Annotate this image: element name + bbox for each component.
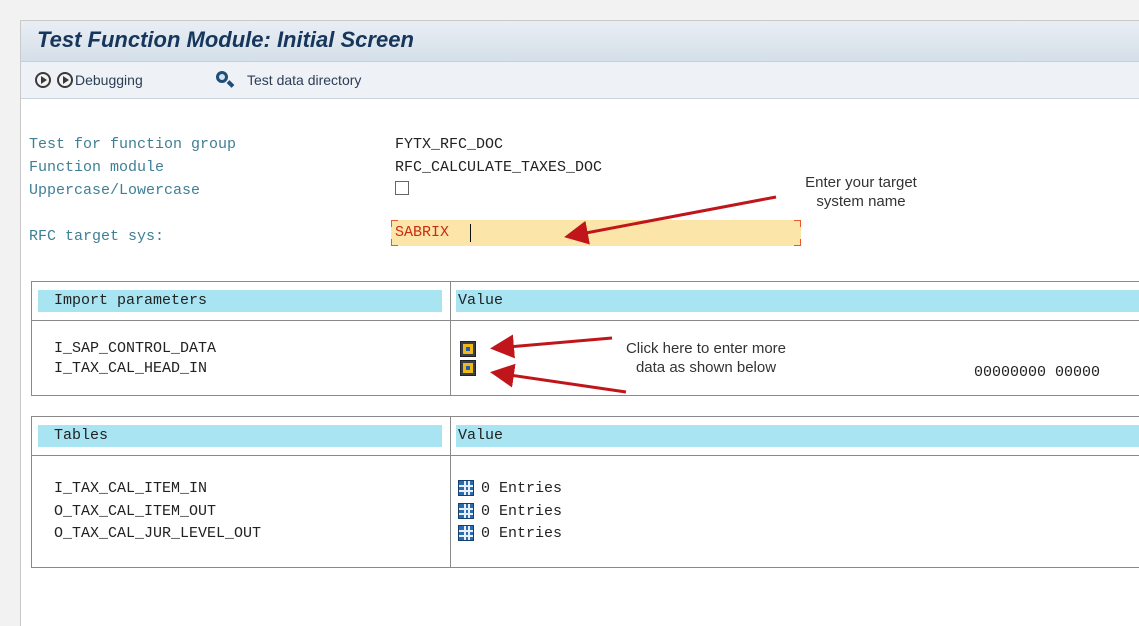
tables-section: Tables Value I_TAX_CAL_ITEM_IN 0 Entries… (31, 416, 1139, 568)
structure-edit-icon[interactable] (460, 360, 476, 376)
function-module-value: RFC_CALCULATE_TAXES_DOC (395, 159, 603, 176)
uppercase-lowercase-checkbox[interactable] (395, 181, 409, 195)
execute-icon (35, 72, 51, 88)
import-header-param: Import parameters (54, 292, 208, 309)
text-cursor (470, 224, 471, 242)
debug-execute-icon (57, 72, 73, 88)
test-data-directory-button[interactable]: Test data directory (215, 70, 361, 90)
page-title: Test Function Module: Initial Screen (37, 27, 414, 52)
table-icon[interactable] (458, 503, 474, 519)
table-icon[interactable] (458, 525, 474, 541)
import-row-name: I_SAP_CONTROL_DATA (54, 340, 217, 357)
rfc-target-label: RFC target sys: (29, 228, 165, 245)
uppercase-lowercase-label: Uppercase/Lowercase (29, 182, 201, 199)
magnifier-icon (215, 71, 235, 89)
import-parameters-section: Import parameters Value I_SAP_CONTROL_DA… (31, 281, 1139, 396)
rfc-target-input[interactable]: SABRIX (391, 220, 801, 246)
function-group-value: FYTX_RFC_DOC (395, 136, 504, 153)
title-bar: Test Function Module: Initial Screen (21, 21, 1139, 62)
function-group-label: Test for function group (29, 136, 237, 153)
rfc-target-value: SABRIX (395, 224, 450, 241)
test-data-directory-label: Test data directory (247, 72, 362, 88)
debugging-label: Debugging (75, 72, 143, 88)
application-toolbar: Debugging Test data directory (21, 62, 1139, 99)
tables-header-value: Value (458, 427, 504, 444)
annotation-line: system name (816, 193, 906, 210)
structure-edit-icon[interactable] (460, 341, 476, 357)
target-system-annotation: Enter your target system name (761, 173, 961, 211)
function-module-label: Function module (29, 159, 165, 176)
import-header-value: Value (458, 292, 504, 309)
table-icon[interactable] (458, 480, 474, 496)
annotation-line: data as shown below (635, 359, 777, 376)
tables-row-value: 0 Entries (481, 480, 563, 497)
tables-row-name: O_TAX_CAL_JUR_LEVEL_OUT (54, 525, 262, 542)
tables-header-param: Tables (54, 427, 109, 444)
click-here-annotation: Click here to enter more data as shown b… (591, 339, 821, 377)
execute-button[interactable] (35, 70, 51, 90)
tables-row-value: 0 Entries (481, 525, 563, 542)
annotation-line: Click here to enter more (625, 340, 787, 357)
sap-window: Test Function Module: Initial Screen Deb… (20, 20, 1139, 626)
tables-header-value-cell (456, 425, 1139, 447)
debugging-button[interactable]: Debugging (57, 70, 143, 90)
import-row-name: I_TAX_CAL_HEAD_IN (54, 360, 208, 377)
annotation-line: Enter your target (805, 174, 917, 191)
tables-row-name: O_TAX_CAL_ITEM_OUT (54, 503, 217, 520)
tables-row-value: 0 Entries (481, 503, 563, 520)
tables-row-name: I_TAX_CAL_ITEM_IN (54, 480, 208, 497)
import-row-value: 00000000 00000 (974, 364, 1101, 381)
import-header-value-cell (456, 290, 1139, 312)
